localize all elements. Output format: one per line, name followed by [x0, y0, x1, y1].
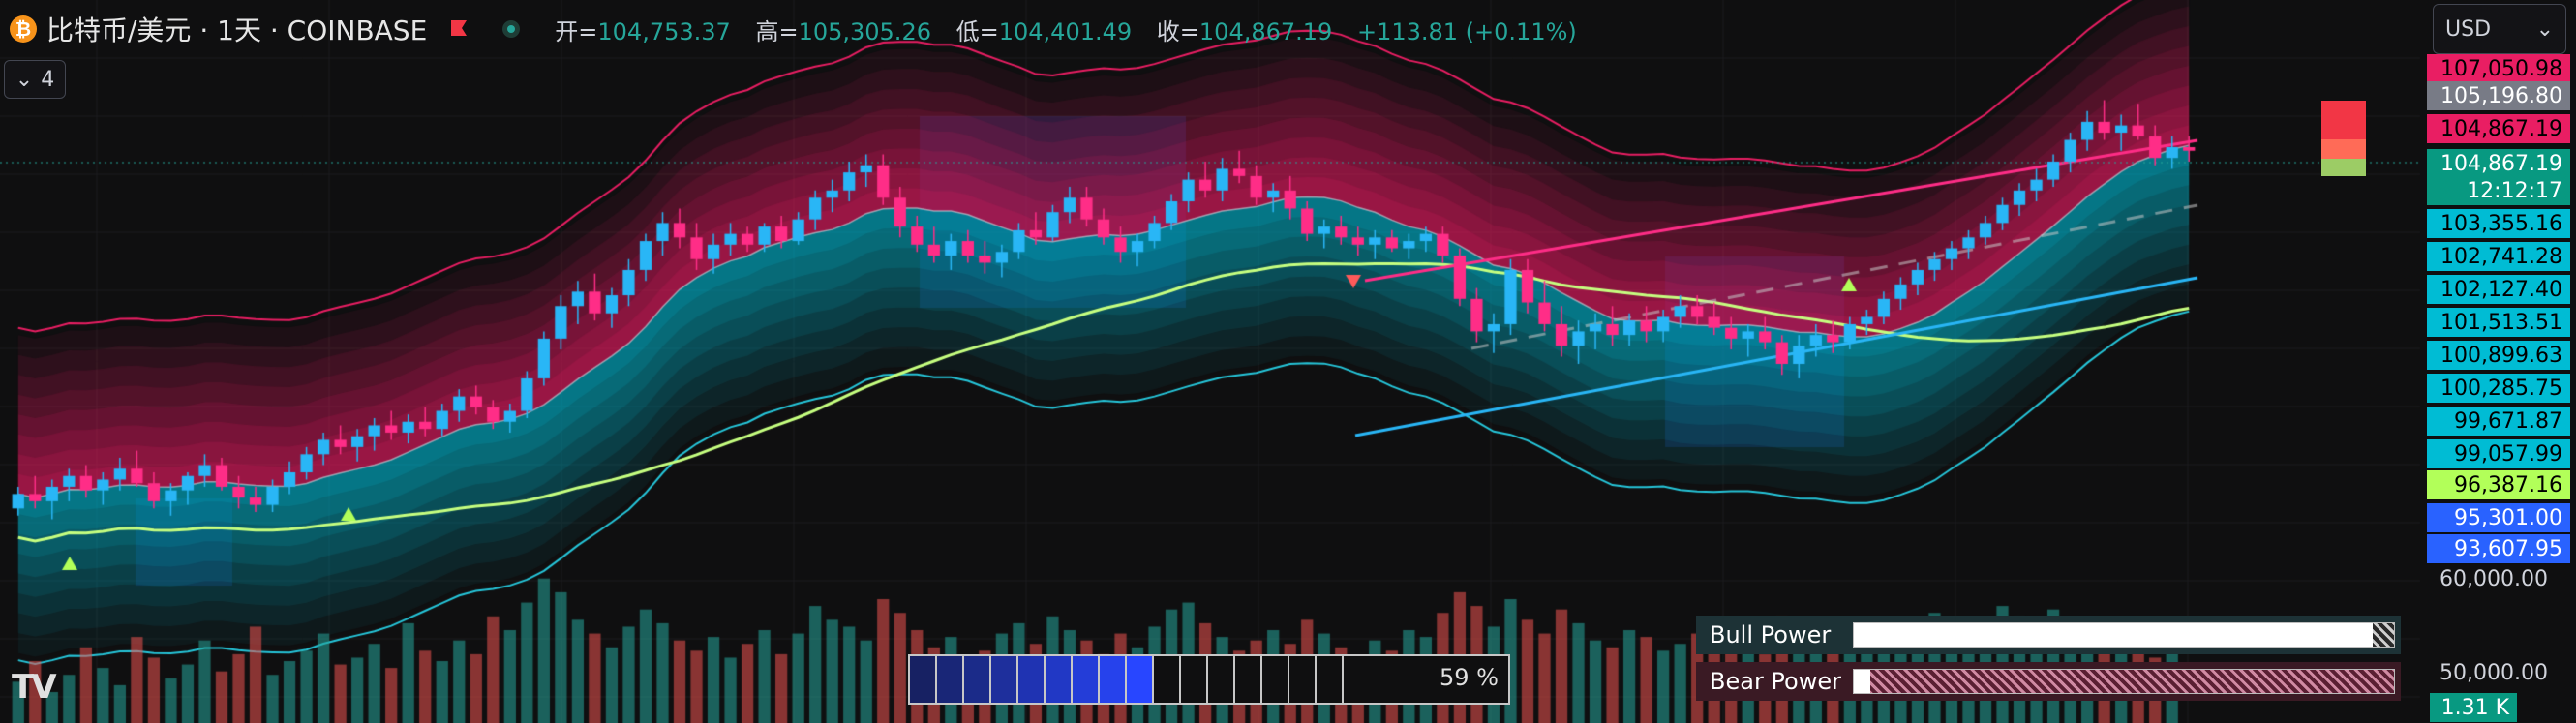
volume-current-label: 1.31 K [2430, 693, 2517, 722]
price-axis-label: 104,867.19 [2427, 114, 2570, 143]
chevron-down-icon: ⌄ [2535, 16, 2554, 42]
price-axis-label: 102,127.40 [2427, 275, 2570, 304]
bitcoin-icon: ₿ [10, 15, 37, 43]
gauge-cell [1262, 656, 1289, 703]
gauge-cell [1317, 656, 1344, 703]
bull-power-label: Bull Power [1710, 621, 1832, 648]
bull-power-row: Bull Power [1696, 616, 2401, 654]
price-axis-label: 107,050.98 [2427, 54, 2570, 83]
price-axis-label: 105,196.80 [2427, 81, 2570, 110]
gauge-cell [964, 656, 991, 703]
price-chart[interactable] [0, 0, 2576, 723]
price-axis-label: 100,285.75 [2427, 374, 2570, 403]
gauge-cell [1127, 656, 1154, 703]
momentum-gauge: 59 % [908, 654, 1510, 705]
symbol-title[interactable]: 比特币/美元 · 1天 · COINBASE [46, 10, 427, 48]
price-axis-label: 99,671.87 [2427, 407, 2570, 436]
ohlc-values: 开=104,753.37 高=105,305.26 低=104,401.49 收… [555, 13, 1576, 46]
price-axis-label: 102,741.28 [2427, 242, 2570, 271]
price-axis-label: 95,301.00 [2427, 503, 2570, 532]
price-axis-label: 12:12:17 [2427, 176, 2570, 205]
gauge-cell [1100, 656, 1127, 703]
gauge-cell [1181, 656, 1208, 703]
signal-block-red [2321, 101, 2366, 139]
high-value: 105,305.26 [798, 17, 931, 45]
price-axis-label: 100,899.63 [2427, 341, 2570, 370]
gauge-cell [910, 656, 937, 703]
flag-icon[interactable] [448, 18, 470, 40]
indicator-count: 4 [41, 67, 55, 92]
gauge-cell [1073, 656, 1100, 703]
bear-power-bar [1853, 669, 2395, 694]
bear-power-fill [1854, 670, 1870, 693]
bull-power-bar [1853, 622, 2395, 648]
signal-block-orange [2321, 139, 2366, 159]
price-axis-label: 101,513.51 [2427, 308, 2570, 337]
price-axis-label: 99,057.99 [2427, 439, 2570, 468]
market-status-icon [502, 20, 521, 38]
gauge-cells [910, 656, 1344, 703]
bull-power-fill [1854, 623, 2373, 647]
change-value: +113.81 (+0.11%) [1356, 17, 1577, 45]
gauge-cell [991, 656, 1018, 703]
symbol-header: ₿ 比特币/美元 · 1天 · COINBASE 开=104,753.37 高=… [0, 10, 1577, 48]
gauge-cell [1208, 656, 1235, 703]
gauge-cell [1289, 656, 1317, 703]
volume-axis-label: 60,000.00 [2440, 567, 2548, 591]
bear-power-label: Bear Power [1710, 668, 1841, 695]
gauge-cell [1154, 656, 1181, 703]
gauge-percent: 59 % [1440, 664, 1499, 691]
chevron-down-icon: ⌄ [15, 67, 34, 92]
gauge-cell [1018, 656, 1046, 703]
price-axis-label: 103,355.16 [2427, 209, 2570, 238]
currency-select[interactable]: USD ⌄ [2433, 4, 2566, 54]
currency-value: USD [2445, 16, 2492, 42]
tradingview-logo[interactable]: TV [12, 668, 56, 707]
gauge-cell [937, 656, 964, 703]
open-label: 开= [555, 17, 598, 45]
price-axis-label: 104,867.19 [2427, 149, 2570, 178]
open-value: 104,753.37 [597, 17, 731, 45]
gauge-cell [1046, 656, 1073, 703]
low-value: 104,401.49 [998, 17, 1133, 45]
gauge-cell [1235, 656, 1262, 703]
close-label: 收= [1156, 17, 1199, 45]
close-value: 104,867.19 [1198, 17, 1333, 45]
indicator-collapse-button[interactable]: ⌄ 4 [4, 60, 66, 99]
bear-power-row: Bear Power [1696, 662, 2401, 701]
volume-axis-label: 50,000.00 [2440, 661, 2548, 685]
high-label: 高= [755, 17, 799, 45]
signal-block-green [2321, 159, 2366, 176]
price-axis-label: 93,607.95 [2427, 534, 2570, 563]
price-axis-label: 96,387.16 [2427, 470, 2570, 499]
low-label: 低= [955, 17, 999, 45]
